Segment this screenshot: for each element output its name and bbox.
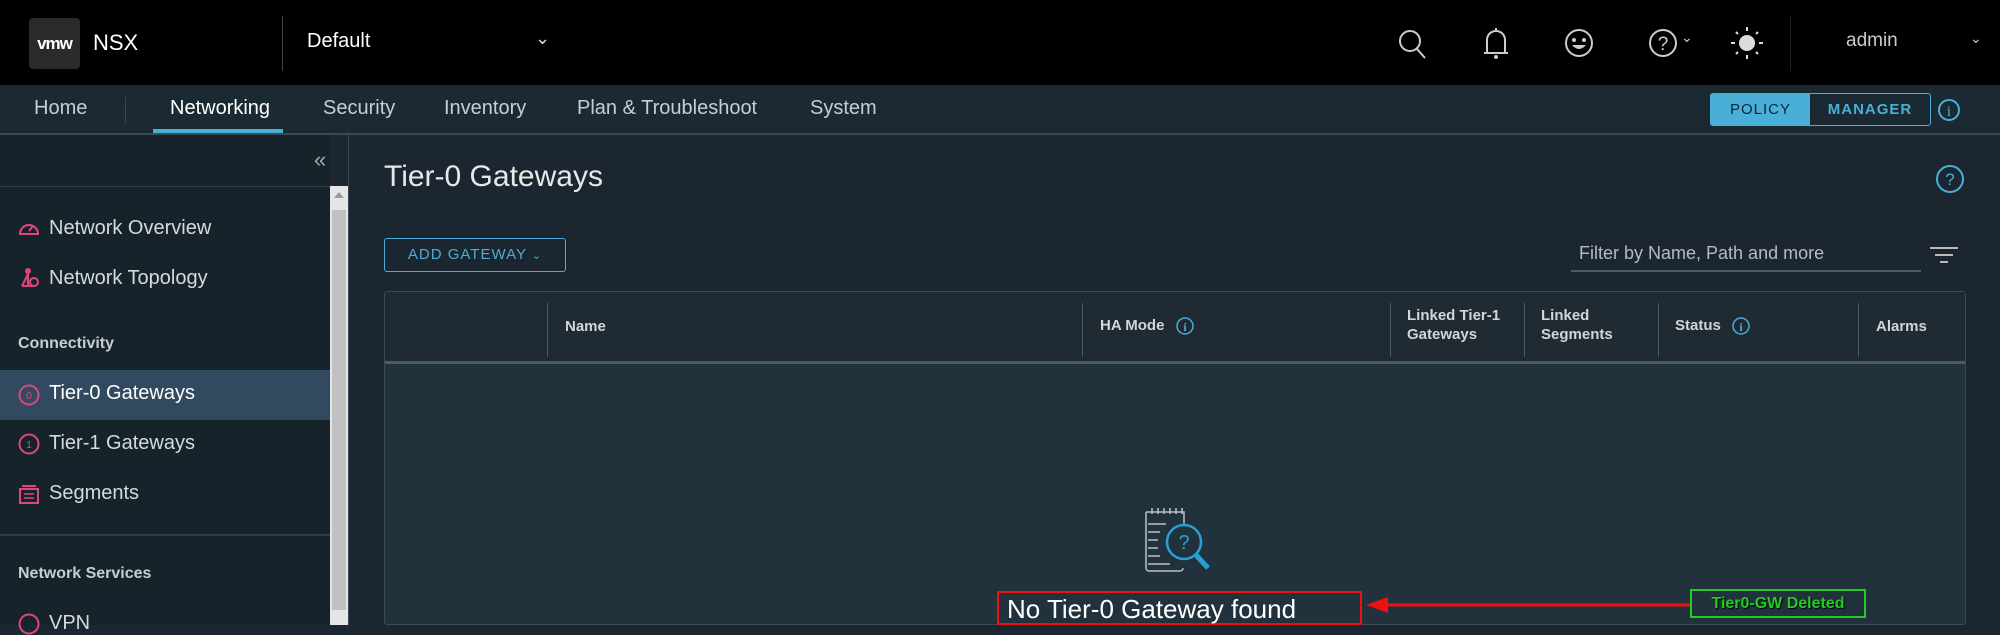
- sidebar-scrollbar[interactable]: [330, 186, 348, 625]
- product-name: NSX: [93, 30, 139, 55]
- chevron-down-icon: ⌄: [531, 250, 543, 262]
- sidebar-item-label: Tier-0 Gateways: [49, 382, 195, 404]
- nav-home[interactable]: Home: [34, 97, 87, 120]
- svg-text:i: i: [1947, 104, 1951, 120]
- help-icon[interactable]: ?: [1935, 164, 1965, 194]
- chevron-down-icon: ⌄: [1970, 30, 1982, 46]
- policy-mode-button[interactable]: POLICY: [1711, 94, 1810, 125]
- empty-state-search-icon: ?: [1145, 508, 1210, 572]
- column-divider: [1658, 303, 1659, 357]
- column-divider: [1390, 303, 1391, 357]
- column-header-alarms[interactable]: Alarms: [1876, 317, 1927, 336]
- header-divider: [1790, 16, 1791, 71]
- sidebar-item-tier0-gateways[interactable]: 0 Tier-0 Gateways: [0, 370, 330, 420]
- svg-text:1: 1: [26, 440, 32, 451]
- svg-text:i: i: [1183, 320, 1187, 334]
- column-label: Status: [1675, 317, 1721, 334]
- project-value: Default: [307, 30, 371, 52]
- gauge-icon: [18, 224, 40, 235]
- nav-divider: [125, 97, 126, 123]
- add-gateway-label: ADD GATEWAY: [407, 246, 527, 263]
- sidebar-item-tier1-gateways[interactable]: Tier-1 Gateways: [49, 432, 195, 455]
- theme-sun-icon[interactable]: [1730, 26, 1764, 60]
- nav-plan-troubleshoot[interactable]: Plan & Troubleshoot: [577, 97, 757, 120]
- nav-security[interactable]: Security: [323, 97, 395, 120]
- tier0-gateway-icon: 0: [18, 384, 40, 406]
- sidebar: « Network Overview Network Topology Conn…: [0, 135, 330, 635]
- sidebar-item-network-overview[interactable]: Network Overview: [49, 217, 211, 240]
- info-icon[interactable]: i: [1175, 316, 1195, 336]
- column-divider: [547, 303, 548, 357]
- page-title: Tier-0 Gateways: [384, 160, 603, 193]
- manager-mode-button[interactable]: MANAGER: [1810, 94, 1930, 125]
- nav-system[interactable]: System: [810, 97, 877, 120]
- annotation-arrow: [1366, 597, 1690, 613]
- mode-toggle: POLICY MANAGER: [1710, 93, 1931, 126]
- column-label: HA Mode: [1100, 317, 1165, 334]
- info-icon[interactable]: i: [1731, 316, 1751, 336]
- column-divider: [1524, 303, 1525, 357]
- empty-state-message: No Tier-0 Gateway found: [997, 591, 1362, 625]
- section-network-services: Network Services: [18, 565, 152, 582]
- svg-text:?: ?: [1658, 34, 1669, 55]
- column-header-name[interactable]: Name: [565, 317, 606, 336]
- user-menu[interactable]: admin ⌄: [1846, 30, 1986, 58]
- annotation-label: Tier0-GW Deleted: [1690, 589, 1866, 618]
- chevron-down-icon: ⌄: [535, 28, 551, 48]
- column-header-linked-tier1[interactable]: Linked Tier-1 Gateways: [1407, 306, 1517, 344]
- user-name: admin: [1846, 30, 1898, 51]
- svg-text:i: i: [1739, 320, 1743, 334]
- sidebar-item-network-topology[interactable]: Network Topology: [49, 267, 208, 290]
- feedback-smile-icon[interactable]: [1563, 27, 1595, 59]
- svg-text:?: ?: [1945, 170, 1954, 189]
- column-divider: [1082, 303, 1083, 357]
- column-header-ha-mode[interactable]: HA Mode i: [1100, 316, 1195, 336]
- column-divider: [1858, 303, 1859, 357]
- nav-inventory[interactable]: Inventory: [444, 97, 526, 120]
- collapse-sidebar-icon[interactable]: «: [314, 147, 326, 173]
- add-gateway-button[interactable]: ADD GATEWAY ⌄: [384, 238, 566, 272]
- svg-text:0: 0: [26, 391, 32, 402]
- topology-icon: [21, 268, 39, 287]
- nav-networking[interactable]: Networking: [170, 97, 270, 120]
- main-nav: Home Networking Security Inventory Plan …: [0, 85, 2000, 135]
- top-header: vmw NSX Default ⌄ ? ⌄ admin ⌄: [0, 0, 2000, 85]
- svg-text:?: ?: [1178, 532, 1189, 554]
- help-menu[interactable]: ? ⌄: [1647, 27, 1695, 59]
- filter-input[interactable]: [1571, 236, 1921, 272]
- search-icon[interactable]: [1397, 28, 1429, 62]
- chevron-down-icon: ⌄: [1681, 29, 1693, 45]
- sidebar-divider: [0, 186, 330, 187]
- sidebar-item-segments[interactable]: Segments: [49, 482, 139, 505]
- vmware-logo: vmw: [29, 18, 80, 69]
- scrollbar-up-arrow[interactable]: [334, 192, 344, 198]
- segments-icon: [19, 485, 39, 504]
- nav-active-underline: [153, 129, 283, 133]
- column-header-linked-segments[interactable]: Linked Segments: [1541, 306, 1641, 344]
- header-divider: [282, 16, 283, 71]
- sidebar-divider: [0, 534, 330, 536]
- scrollbar-thumb[interactable]: [332, 210, 346, 610]
- project-selector[interactable]: Default ⌄: [307, 28, 557, 58]
- bell-icon[interactable]: [1481, 26, 1511, 62]
- tier1-gateway-icon: 1: [18, 433, 40, 455]
- vpn-lock-icon: [18, 613, 40, 635]
- section-connectivity: Connectivity: [18, 335, 115, 352]
- filter-icon[interactable]: [1930, 245, 1958, 265]
- sidebar-item-vpn[interactable]: VPN: [49, 612, 90, 635]
- column-header-status[interactable]: Status i: [1675, 316, 1751, 336]
- info-icon[interactable]: i: [1937, 98, 1961, 122]
- help-icon: ?: [1649, 29, 1677, 57]
